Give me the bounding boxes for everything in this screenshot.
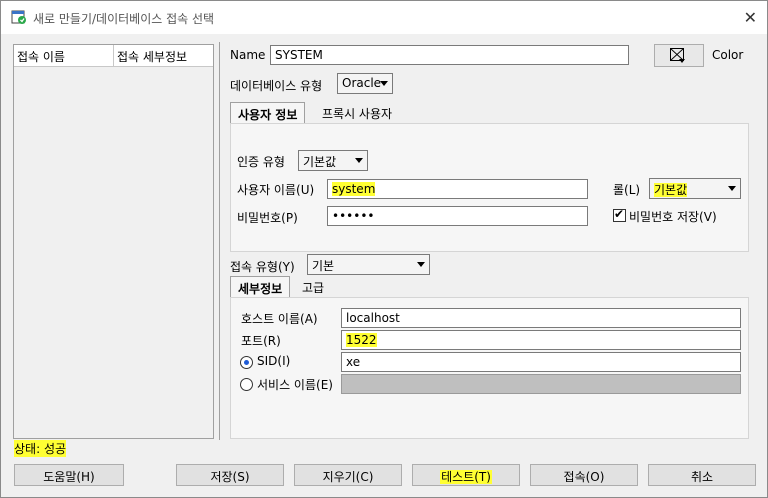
check-icon: ✔: [614, 207, 625, 221]
host-field[interactable]: localhost: [341, 308, 741, 328]
chevron-down-icon: [417, 262, 425, 267]
splitter[interactable]: [219, 42, 220, 440]
service-name-radio[interactable]: [240, 378, 253, 391]
save-button[interactable]: 저장(S): [176, 464, 284, 486]
db-type-label: 데이터베이스 유형: [230, 79, 323, 93]
column-header-name[interactable]: 접속 이름: [17, 48, 65, 65]
port-field[interactable]: 1522: [341, 330, 741, 350]
column-divider[interactable]: [113, 45, 114, 66]
host-label: 호스트 이름(A): [241, 312, 318, 326]
password-label: 비밀번호(P): [237, 211, 298, 225]
password-field[interactable]: ••••••: [327, 206, 588, 226]
connection-list-header: 접속 이름 접속 세부정보: [14, 45, 213, 67]
service-name-label: 서비스 이름(E): [257, 378, 333, 392]
title-bar: 새로 만들기/데이터베이스 접속 선택 ✕: [1, 1, 767, 34]
tab-advanced[interactable]: 고급: [295, 276, 331, 298]
username-label: 사용자 이름(U): [237, 183, 315, 197]
help-button[interactable]: 도움말(H): [14, 464, 124, 486]
db-type-select[interactable]: Oracle: [337, 73, 393, 94]
conn-type-label: 접속 유형(Y): [230, 260, 295, 274]
name-field[interactable]: SYSTEM: [270, 45, 629, 65]
sid-radio[interactable]: [240, 356, 253, 369]
tab-details[interactable]: 세부정보: [230, 276, 291, 298]
chevron-down-icon: [728, 186, 736, 191]
name-label: Name: [230, 48, 266, 62]
save-password-label: 비밀번호 저장(V): [629, 210, 717, 224]
auth-type-select[interactable]: 기본값: [298, 150, 368, 171]
test-button[interactable]: 테스트(T): [412, 464, 520, 486]
username-field[interactable]: system: [327, 179, 588, 199]
column-header-details[interactable]: 접속 세부정보: [117, 48, 187, 65]
cancel-button[interactable]: 취소: [648, 464, 756, 486]
connection-list[interactable]: 접속 이름 접속 세부정보: [13, 44, 214, 439]
clear-button[interactable]: 지우기(C): [294, 464, 402, 486]
save-password-checkbox[interactable]: ✔: [613, 207, 626, 222]
auth-type-label: 인증 유형: [237, 155, 285, 169]
conn-type-select[interactable]: 기본: [307, 254, 430, 275]
chevron-down-icon: [380, 81, 388, 86]
status-text: 상태: 성공: [14, 440, 67, 457]
chevron-down-icon: [355, 158, 363, 163]
connection-dialog: 새로 만들기/데이터베이스 접속 선택 ✕ 접속 이름 접속 세부정보 Name…: [0, 0, 768, 498]
chevron-down-icon: [679, 59, 685, 63]
sid-label: SID(I): [257, 354, 291, 368]
app-icon: [11, 10, 26, 24]
sid-field[interactable]: xe: [341, 352, 741, 372]
service-name-field[interactable]: [341, 374, 741, 394]
tab-user-info[interactable]: 사용자 정보: [230, 102, 306, 124]
port-label: 포트(R): [241, 334, 281, 348]
tab-proxy-user[interactable]: 프록시 사용자: [315, 102, 399, 124]
role-label: 롤(L): [613, 183, 641, 197]
color-picker-button[interactable]: [654, 44, 704, 67]
connect-button[interactable]: 접속(O): [530, 464, 638, 486]
radio-selected-dot: [244, 360, 249, 365]
role-select[interactable]: 기본값: [649, 178, 741, 199]
close-icon[interactable]: ✕: [744, 8, 757, 27]
color-label: Color: [712, 48, 744, 62]
window-title: 새로 만들기/데이터베이스 접속 선택: [33, 12, 215, 26]
